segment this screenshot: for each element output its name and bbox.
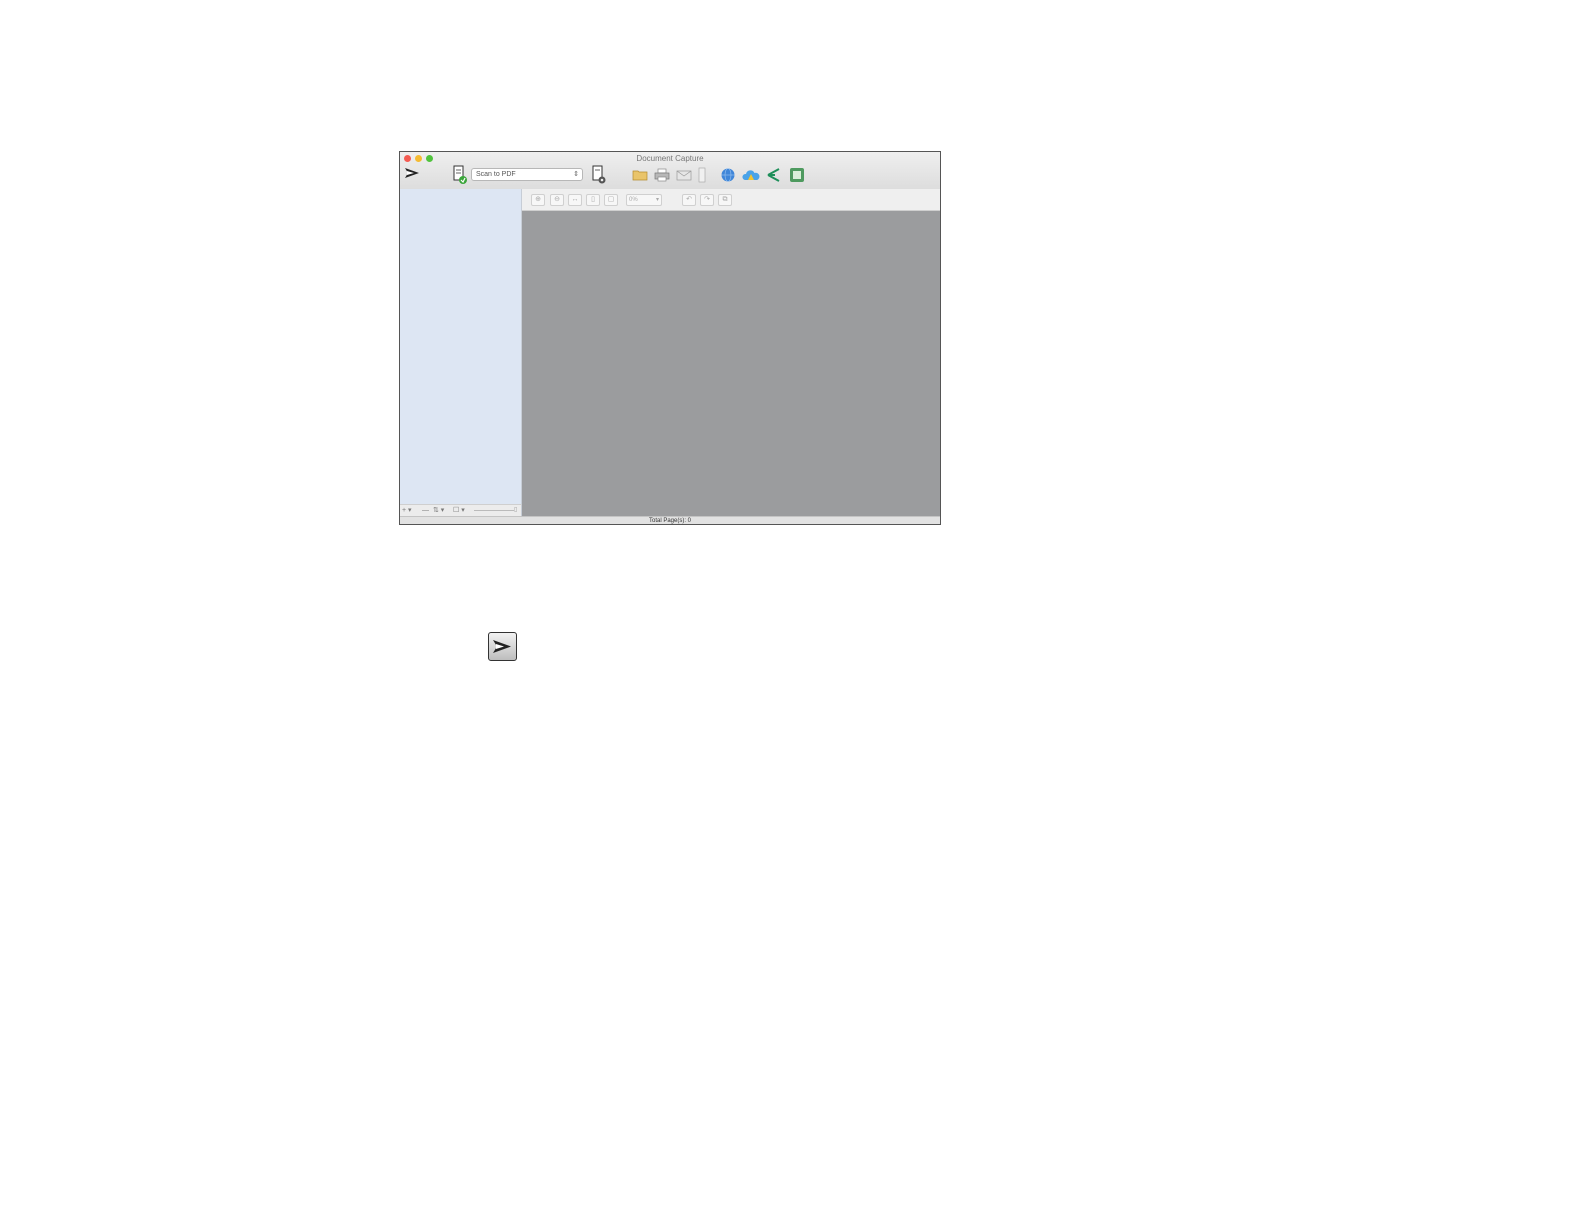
zoom-out-icon[interactable]: ⊖ — [550, 194, 564, 206]
folder-icon[interactable] — [632, 167, 648, 183]
job-select[interactable]: Scan to PDF ⇕ — [471, 168, 583, 181]
status-bar: Total Page(s): 0 — [400, 516, 940, 524]
copy-icon[interactable]: ⧉ — [718, 194, 732, 206]
scan-document-icon[interactable] — [452, 165, 468, 185]
preview-area[interactable] — [522, 211, 940, 516]
cloud-drive-icon[interactable] — [742, 167, 760, 183]
globe-icon[interactable] — [720, 167, 736, 183]
document-capture-app-icon — [488, 632, 517, 661]
envelope-icon[interactable] — [676, 167, 692, 183]
sidebar-bottom-bar: + ▾ — ⇅ ▾ ☐ ▾ ▯ — [400, 504, 522, 516]
view-toolbar: ⊕ ⊖ ↔ ▯ ▢ 0% ▾ ↶ ↷ ⧉ — [522, 189, 940, 211]
job-select-value: Scan to PDF — [476, 171, 516, 178]
thumbnail-size-slider[interactable] — [474, 510, 514, 511]
slider-end-icon: ▯ — [514, 507, 518, 513]
document-icon[interactable] — [697, 167, 707, 183]
green-app-icon[interactable] — [789, 167, 805, 183]
actual-size-icon[interactable]: ▢ — [604, 194, 618, 206]
printer-icon[interactable] — [654, 167, 670, 183]
rotate-right-icon[interactable]: ↷ — [700, 194, 714, 206]
thumbnail-sidebar[interactable] — [400, 189, 522, 504]
zoom-select[interactable]: 0% ▾ — [626, 194, 662, 206]
share-icon[interactable] — [766, 167, 782, 183]
total-pages-label: Total Page(s): 0 — [648, 518, 692, 524]
fit-page-icon[interactable]: ▯ — [586, 194, 600, 206]
document-capture-window: Document Capture Scan to PDF ⇕ ⊕ ⊖ ↔ ▯ ▢… — [399, 151, 941, 525]
select-arrows-icon: ⇕ — [573, 171, 579, 178]
scan-settings-icon[interactable] — [591, 165, 607, 185]
window-title: Document Capture — [636, 154, 704, 163]
sort-button[interactable]: ⇅ ▾ — [433, 506, 444, 516]
fit-width-icon[interactable]: ↔ — [568, 194, 582, 206]
chevron-down-icon: ▾ — [655, 197, 659, 203]
zoom-value: 0% — [629, 197, 638, 203]
document-capture-logo-icon[interactable] — [404, 166, 422, 180]
document-capture-logo-icon — [493, 640, 511, 653]
remove-page-button[interactable]: — — [422, 506, 429, 516]
rotate-left-icon[interactable]: ↶ — [682, 194, 696, 206]
view-mode-button[interactable]: ☐ ▾ — [453, 506, 465, 516]
add-page-button[interactable]: + ▾ — [402, 506, 412, 516]
zoom-in-icon[interactable]: ⊕ — [531, 194, 545, 206]
